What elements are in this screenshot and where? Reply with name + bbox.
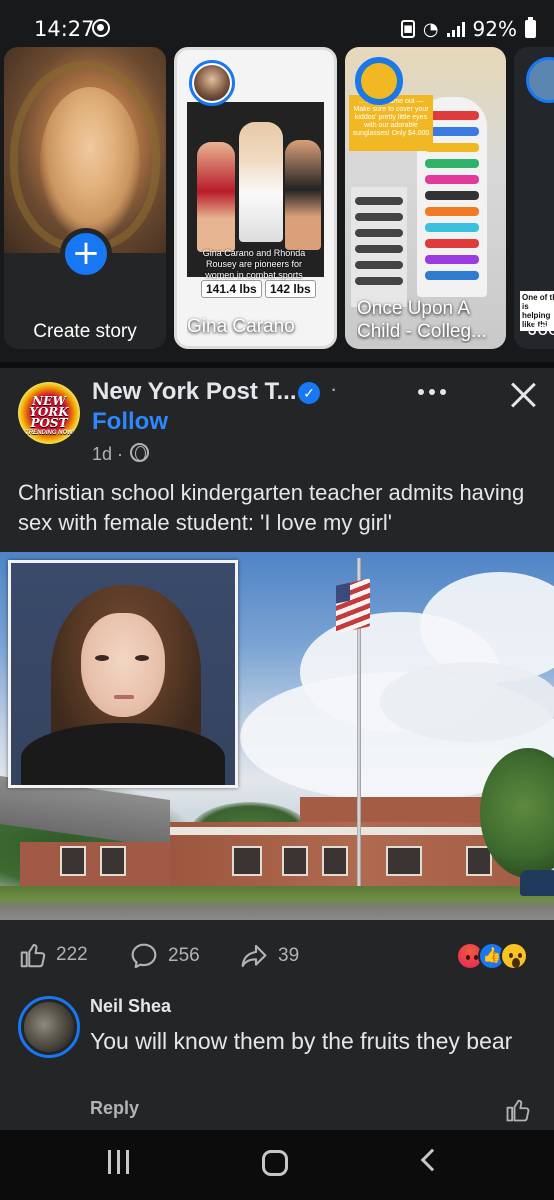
thumbs-up-icon <box>20 944 46 968</box>
verified-badge-icon: ✓ <box>298 382 320 404</box>
story-note: ... finally came out — Make sure to cove… <box>349 95 433 151</box>
post-time[interactable]: 1d · <box>92 444 123 465</box>
story-avatar <box>189 60 235 106</box>
comment-text: You will know them by the fruits they be… <box>90 1028 513 1054</box>
nfc-icon: ▪ <box>400 19 415 38</box>
story-caption: Gina Carano and Rhonda Rousey are pionee… <box>202 248 306 280</box>
flag <box>336 578 370 634</box>
feed-post: NEW YORK POST TRENDING NOW New York Post … <box>0 368 554 1130</box>
story-avatar <box>526 57 554 103</box>
share-icon <box>241 944 267 968</box>
comment-icon <box>131 943 157 969</box>
story-label: Create story <box>33 321 137 342</box>
story-gina-carano[interactable]: 141.4 lbs 142 lbs Gina Carano and Rhonda… <box>174 47 337 349</box>
add-story-icon[interactable]: + <box>60 228 112 280</box>
separator-dot: · <box>330 376 338 401</box>
share-count: 39 <box>278 945 300 966</box>
post-image[interactable] <box>0 552 554 920</box>
mugshot-photo <box>8 560 238 788</box>
like-count: 222 <box>56 944 88 965</box>
post-text: Christian school kindergarten teacher ad… <box>18 480 525 535</box>
follow-button[interactable]: Follow <box>92 408 168 436</box>
weight-label: 141.4 lbs <box>201 280 262 298</box>
comment-author[interactable]: Neil Shea <box>90 996 171 1017</box>
system-nav-bar <box>0 1130 554 1200</box>
page-avatar[interactable]: NEW YORK POST TRENDING NOW <box>18 382 80 444</box>
story-label: Joe <box>528 319 554 340</box>
close-icon[interactable] <box>508 380 538 410</box>
story-once-upon-a-child[interactable]: ... finally came out — Make sure to cove… <box>345 47 506 349</box>
status-bar: 14:27 ▪ ◔ 92% <box>0 0 554 44</box>
back-icon[interactable] <box>420 1148 444 1172</box>
story-create[interactable]: + Create story <box>4 47 166 349</box>
thumbs-up-icon <box>506 1099 530 1122</box>
user-photo <box>4 47 166 253</box>
weight-label: 142 lbs <box>265 280 316 298</box>
stories-tray: + Create story 141.4 lbs 142 lbs Gina Ca… <box>0 44 554 362</box>
home-icon[interactable] <box>262 1150 288 1176</box>
more-options-icon[interactable] <box>414 380 450 404</box>
reply-button[interactable]: Reply <box>90 1098 139 1119</box>
story-label: Gina Carano <box>187 316 295 337</box>
like-button[interactable]: 222 <box>18 940 88 970</box>
story-label: Once Upon A Child - Colleg... <box>357 298 487 342</box>
comment-button[interactable]: 256 <box>128 940 200 972</box>
post-actions: 222 256 39 👍 <box>0 934 554 980</box>
page-name[interactable]: New York Post T... <box>92 378 297 406</box>
notification-icon <box>92 19 110 37</box>
story-avatar <box>355 57 403 105</box>
story-partial[interactable]: One of th is helping like thi Joe <box>514 47 554 349</box>
wifi-icon: ◔ <box>422 18 439 40</box>
share-button[interactable]: 39 <box>238 940 299 972</box>
battery-percent: 92% <box>472 17 517 41</box>
reaction-summary[interactable]: 👍 <box>456 942 536 972</box>
commenter-avatar[interactable] <box>18 996 80 1058</box>
globe-icon <box>130 443 149 462</box>
comment-like-button[interactable] <box>504 1096 532 1129</box>
clock: 14:27 <box>34 17 95 41</box>
recent-apps-icon[interactable] <box>108 1150 129 1174</box>
battery-icon <box>525 17 536 38</box>
comment-count: 256 <box>168 945 200 966</box>
signal-icon <box>446 21 465 37</box>
wow-reaction-icon <box>500 942 528 970</box>
